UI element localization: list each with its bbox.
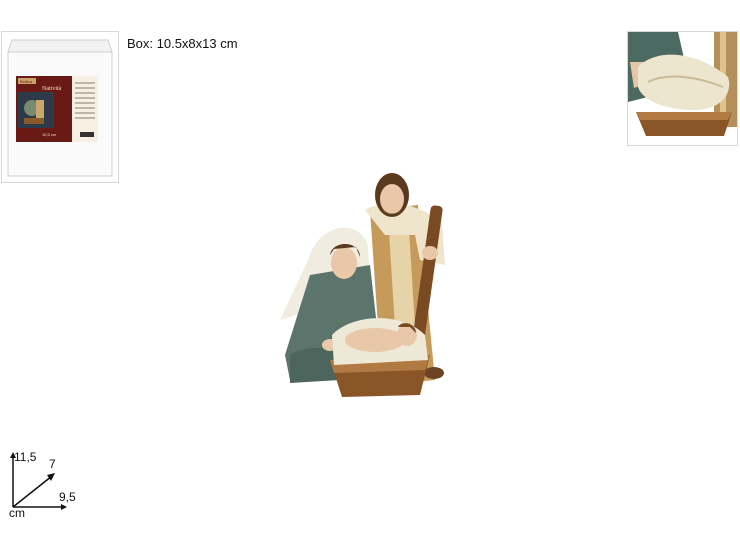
box-size-tag: 10,5 cm xyxy=(42,132,57,137)
width-value: 9,5 xyxy=(59,490,76,504)
box-illustration: Bollina Natività 10,5 cm xyxy=(7,39,113,177)
depth-axis xyxy=(12,475,53,508)
nativity-figurine xyxy=(280,173,445,397)
box-product-name: Natività xyxy=(42,86,62,92)
box-brand-text: Bollina xyxy=(20,79,33,84)
height-value: 11,5 xyxy=(14,450,37,464)
box-dimensions-label: Box: 10.5x8x13 cm xyxy=(127,36,238,51)
detail-illustration xyxy=(628,32,737,145)
width-arrow-icon xyxy=(61,504,67,510)
barcode xyxy=(80,132,94,137)
box-thumbnail[interactable]: Bollina Natività 10,5 cm xyxy=(1,31,119,183)
unit-label: cm xyxy=(9,506,25,520)
product-dimensions-diagram: 11,5 7 9,5 cm xyxy=(6,450,96,525)
depth-value: 7 xyxy=(49,457,56,471)
detail-thumbnail[interactable] xyxy=(627,31,738,146)
